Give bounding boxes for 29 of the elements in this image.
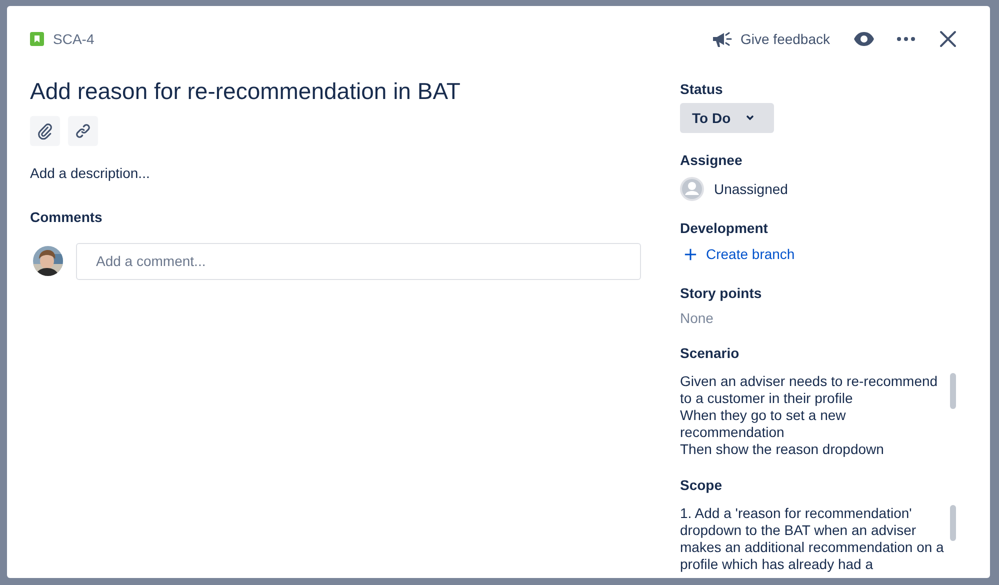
attach-button[interactable] — [30, 116, 60, 146]
give-feedback-button[interactable]: Give feedback — [710, 29, 830, 49]
create-branch-link[interactable]: Create branch — [680, 246, 795, 262]
status-dropdown[interactable]: To Do — [680, 103, 774, 133]
plus-icon — [684, 248, 697, 260]
field-value[interactable]: None — [680, 310, 952, 326]
description-placeholder[interactable]: Add a description... — [30, 164, 641, 181]
paperclip-icon — [36, 122, 54, 140]
field-text[interactable]: 1. Add a 'reason for recommendation' dropdown to the BAT when an adviser makes an additional recommendation on a profile which has already had a — [680, 504, 944, 572]
field-text[interactable]: Given an adviser needs to re-recommend to a customer in their profile When they go to set a new recommendation Then show the reason dropdown — [680, 372, 944, 458]
chevron-down-icon — [744, 113, 755, 123]
scrollbar-thumb[interactable] — [950, 504, 956, 540]
field-label: Scope — [680, 476, 724, 492]
link-icon — [74, 122, 92, 140]
field-label: Scenario — [680, 344, 740, 360]
user-avatar-icon — [680, 177, 704, 201]
field-label: Status — [680, 81, 724, 97]
scrollbar-thumb[interactable] — [950, 372, 956, 408]
comment-field[interactable]: Add a comment... — [76, 242, 641, 280]
bookmark-icon — [30, 32, 44, 46]
issue-title[interactable]: Add reason for re-recommendation in BAT — [30, 78, 641, 106]
field-label: Development — [680, 220, 769, 236]
issue-key-link[interactable]: SCA-4 — [53, 31, 94, 47]
field-label: Story points — [680, 284, 763, 300]
field-label: Assignee — [680, 152, 744, 168]
comments-heading: Comments — [30, 208, 104, 225]
assignee-value[interactable]: Unassigned — [714, 181, 788, 197]
link-button[interactable] — [68, 116, 98, 146]
megaphone-icon — [710, 29, 732, 49]
